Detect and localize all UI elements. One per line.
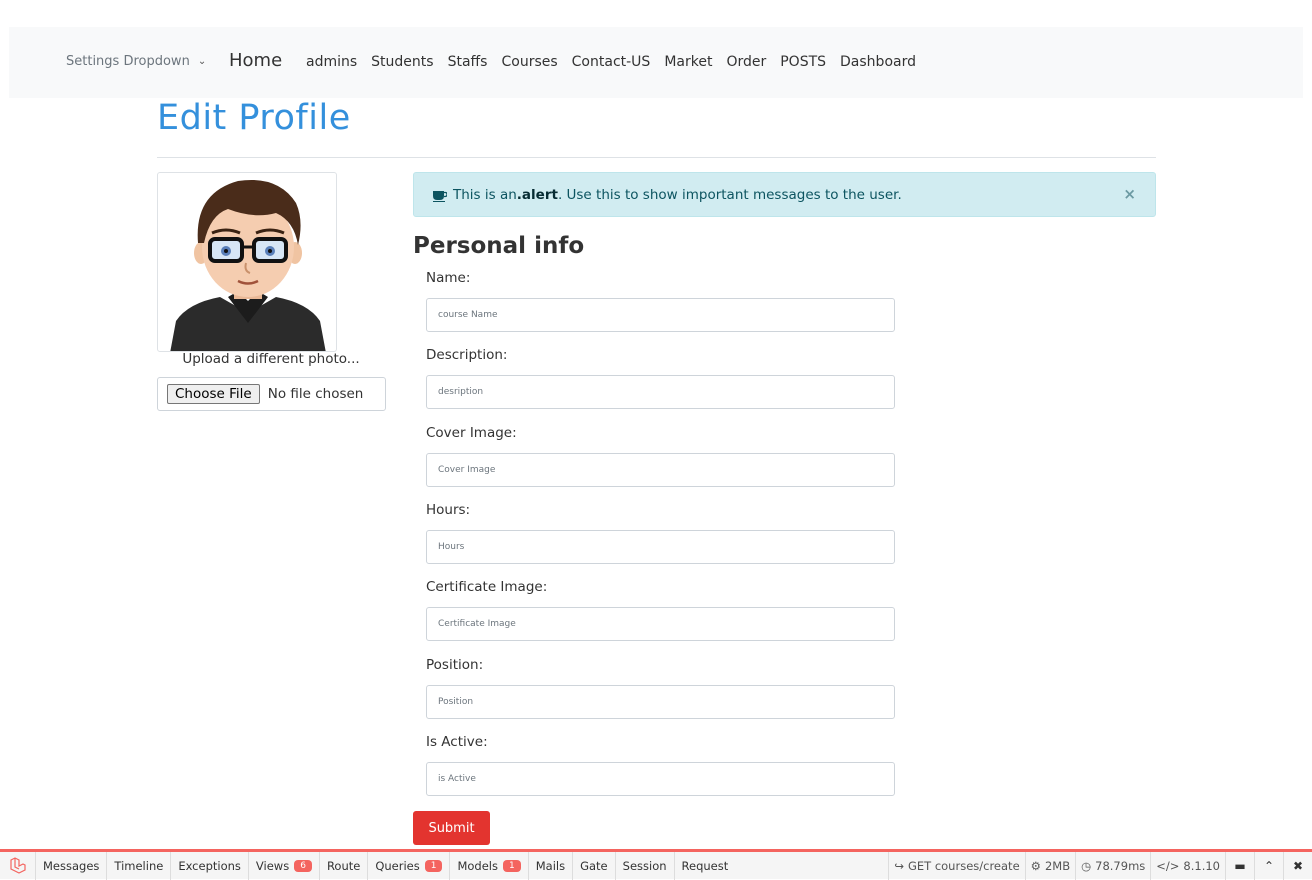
debug-tab-label: Exceptions — [178, 858, 241, 873]
cogs-icon: ⚙ — [1030, 859, 1041, 873]
debug-tab-label: Route — [326, 858, 361, 873]
nav-link-order[interactable]: Order — [726, 54, 766, 70]
description-label: Description: — [426, 347, 508, 363]
nav-link-market[interactable]: Market — [664, 54, 712, 70]
count-badge: 6 — [294, 859, 312, 872]
navbar: Settings Dropdown ⌄ Home admins Students… — [9, 27, 1303, 98]
debug-tab-label: Messages — [43, 858, 100, 873]
time-text: 78.79ms — [1095, 859, 1146, 873]
certificate-image-label: Certificate Image: — [426, 579, 548, 595]
code-icon: </> — [1156, 859, 1180, 873]
route-text: GET courses/create — [907, 859, 1020, 873]
debugbar: Messages Timeline Exceptions Views 6 Rout… — [0, 849, 1312, 880]
route-meta: ↪ GET courses/create — [888, 852, 1024, 880]
debug-tab-label: Session — [622, 858, 667, 873]
alert-text-suffix: . Use this to show important messages to… — [557, 186, 902, 203]
debug-tab-request[interactable]: Request — [675, 852, 736, 880]
nav-home-link[interactable]: Home — [229, 50, 282, 71]
memory-meta: ⚙ 2MB — [1024, 852, 1075, 880]
divider — [157, 157, 1156, 158]
file-status-text: No file chosen — [267, 386, 364, 402]
folder-icon[interactable]: ▬ — [1225, 852, 1254, 880]
nav-link-posts[interactable]: POSTS — [780, 54, 826, 70]
time-meta: ◷ 78.79ms — [1075, 852, 1150, 880]
nav-link-contact-us[interactable]: Contact-US — [572, 54, 651, 70]
version-text: 8.1.10 — [1183, 859, 1220, 873]
cover-image-label: Cover Image: — [426, 425, 517, 441]
nav-links: admins Students Staffs Courses Contact-U… — [306, 54, 916, 70]
memory-text: 2MB — [1044, 859, 1071, 873]
debug-tab-route[interactable]: Route — [320, 851, 369, 880]
hours-input[interactable] — [426, 530, 895, 564]
debug-tab-mails[interactable]: Mails — [529, 851, 574, 880]
description-input[interactable] — [426, 375, 895, 409]
avatar — [157, 172, 337, 352]
nav-link-courses[interactable]: Courses — [501, 54, 557, 70]
avatar-illustration — [170, 179, 326, 351]
section-title: Personal info — [413, 233, 585, 259]
cover-image-input[interactable] — [426, 453, 895, 487]
debug-tab-label: Request — [681, 858, 729, 873]
name-label: Name: — [426, 270, 471, 286]
debug-tab-label: Models — [457, 858, 498, 873]
debug-tab-views[interactable]: Views 6 — [249, 851, 320, 880]
close-icon[interactable]: × — [1123, 185, 1136, 203]
close-icon[interactable]: ✖ — [1283, 852, 1312, 880]
debug-tab-models[interactable]: Models 1 — [450, 851, 529, 880]
debugbar-meta: ↪ GET courses/create ⚙ 2MB ◷ 78.79ms </> 8.1… — [888, 852, 1312, 880]
alert-text-strong: .alert — [516, 186, 558, 203]
hours-label: Hours: — [426, 502, 471, 518]
chevron-up-icon[interactable]: ⌃ — [1254, 852, 1283, 880]
photo-file-input[interactable]: Choose File No file chosen — [157, 377, 386, 411]
nav-link-students[interactable]: Students — [371, 54, 433, 70]
page-title: Edit Profile — [157, 98, 351, 138]
laravel-logo-icon[interactable] — [0, 851, 36, 880]
submit-button[interactable]: Submit — [413, 811, 490, 845]
info-alert: This is an .alert . Use this to show imp… — [413, 172, 1156, 217]
settings-dropdown[interactable]: Settings Dropdown ⌄ — [66, 54, 206, 69]
debug-tab-label: Views — [255, 858, 290, 873]
is-active-input[interactable] — [426, 762, 895, 796]
nav-link-dashboard[interactable]: Dashboard — [840, 54, 916, 70]
count-badge: 1 — [503, 859, 521, 872]
debug-tab-session[interactable]: Session — [616, 851, 675, 880]
debug-tab-label: Gate — [580, 858, 608, 873]
debug-tab-label: Queries — [375, 858, 420, 873]
debug-tab-messages[interactable]: Messages — [36, 851, 108, 880]
nav-link-admins[interactable]: admins — [306, 54, 357, 70]
name-input[interactable] — [426, 298, 895, 332]
version-meta: </> 8.1.10 — [1150, 852, 1225, 880]
debug-tab-gate[interactable]: Gate — [573, 851, 616, 880]
chevron-down-icon: ⌄ — [197, 56, 207, 67]
certificate-image-input[interactable] — [426, 607, 895, 641]
position-label: Position: — [426, 657, 484, 673]
debug-tab-label: Mails — [535, 858, 566, 873]
is-active-label: Is Active: — [426, 734, 488, 750]
debug-tab-exceptions[interactable]: Exceptions — [171, 851, 249, 880]
debug-tab-timeline[interactable]: Timeline — [107, 851, 172, 880]
settings-dropdown-label: Settings Dropdown — [66, 54, 190, 69]
choose-file-button[interactable]: Choose File — [167, 384, 260, 404]
nav-link-staffs[interactable]: Staffs — [448, 54, 488, 70]
debug-tab-queries[interactable]: Queries 1 — [368, 851, 451, 880]
position-input[interactable] — [426, 685, 895, 719]
debug-tab-label: Timeline — [114, 858, 164, 873]
alert-text-prefix: This is an — [453, 186, 517, 203]
clock-icon: ◷ — [1081, 859, 1092, 873]
coffee-icon — [433, 190, 448, 202]
count-badge: 1 — [424, 859, 443, 872]
share-icon: ↪ — [894, 859, 904, 873]
upload-photo-label: Upload a different photo... — [182, 351, 360, 367]
